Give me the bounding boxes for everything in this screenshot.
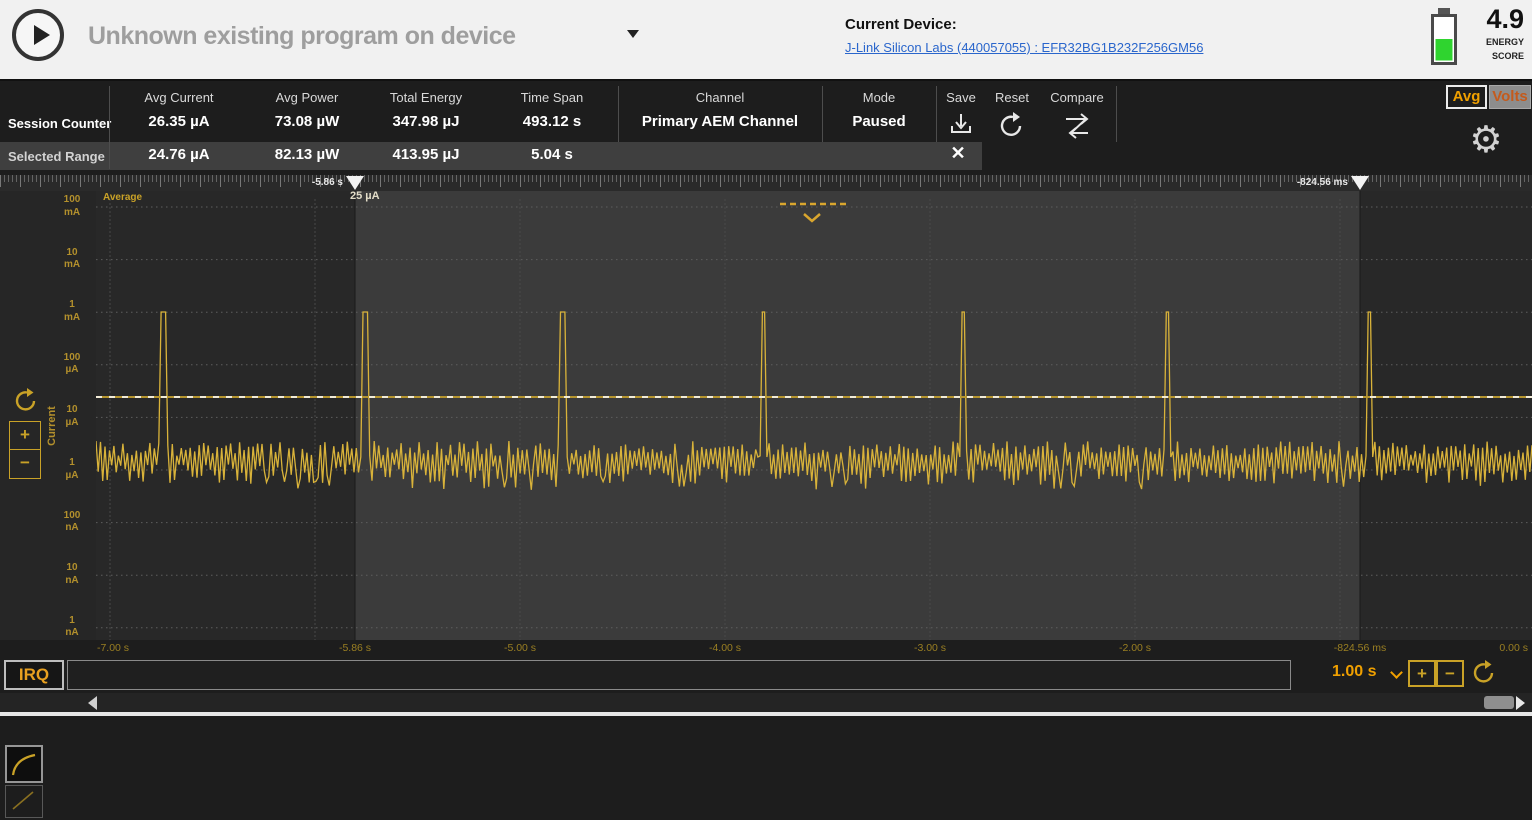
scroll-left-arrow-icon[interactable] — [88, 696, 97, 710]
horizontal-scrollbar[interactable] — [0, 693, 1532, 712]
interval-dropdown[interactable]: 1.00 s — [1332, 663, 1376, 681]
selection-start-handle[interactable] — [346, 176, 364, 190]
x-axis-tick-labels: -7.00 s -5.86 s -5.00 s -4.00 s -3.00 s -2.00… — [0, 640, 1532, 658]
reset-label[interactable]: Reset — [986, 90, 1038, 110]
window-bottom-edge — [0, 712, 1532, 716]
scroll-right-arrow-icon[interactable] — [1516, 696, 1525, 710]
interval-zoom-out-button[interactable]: − — [1436, 660, 1464, 687]
battery-icon — [1430, 6, 1458, 66]
header-time-span: Time Span — [486, 90, 618, 110]
y-tick-label: 100mA — [52, 194, 92, 219]
x-tick-label: -5.00 s — [504, 642, 536, 654]
y-tick-label: 100µA — [52, 352, 92, 377]
waveform-plot[interactable] — [96, 191, 1532, 640]
x-tick-label: 0.00 s — [1499, 642, 1528, 654]
row-label-session-counter: Session Counter — [8, 116, 111, 131]
current-chart[interactable]: + − — [0, 191, 1532, 640]
top-toolbar: Unknown existing program on device Curre… — [0, 0, 1532, 81]
device-link[interactable]: J-Link Silicon Labs (440057055) : EFR32B… — [845, 40, 1203, 55]
selection-start-label: -5.86 s — [223, 177, 343, 188]
y-tick-label: 1nA — [52, 615, 92, 640]
save-label[interactable]: Save — [936, 90, 986, 110]
vertical-zoom-control: + − — [9, 421, 41, 479]
y-tick-label: 10nA — [52, 562, 92, 587]
header-total-energy: Total Energy — [366, 90, 486, 110]
header-mode: Mode — [822, 90, 936, 110]
energy-score-block: 4.9 ENERGY SCORE — [1430, 6, 1524, 66]
header-avg-current: Avg Current — [110, 90, 248, 110]
close-selection-button[interactable]: ✕ — [945, 143, 971, 168]
table-divider — [618, 86, 619, 142]
y-tick-label: 1mA — [52, 299, 92, 324]
x-tick-label: -4.00 s — [709, 642, 741, 654]
volts-toggle-button[interactable]: Volts — [1489, 85, 1531, 109]
table-divider — [109, 86, 110, 169]
session-avg-power: 73.08 µW — [248, 113, 366, 137]
range-time-span: 5.04 s — [486, 146, 618, 168]
chart-zoom-reset-icon[interactable] — [12, 387, 40, 415]
avg-toggle-button[interactable]: Avg — [1446, 85, 1487, 109]
log-curve-icon — [7, 747, 41, 781]
zoom-in-button[interactable]: + — [10, 422, 40, 450]
average-line-value: 25 µA — [350, 190, 380, 202]
compare-icon[interactable] — [1062, 112, 1092, 140]
range-total-energy: 413.95 µJ — [366, 146, 486, 168]
row-label-selected-range: Selected Range — [8, 149, 105, 164]
y-tick-label: 10µA — [52, 404, 92, 429]
linear-line-icon — [6, 786, 40, 815]
table-divider — [1116, 86, 1117, 142]
x-tick-label: -7.00 s — [97, 642, 129, 654]
average-line-label: Average — [103, 192, 142, 203]
table-divider — [936, 86, 937, 142]
irq-event-track — [67, 660, 1291, 690]
linear-scale-button[interactable] — [5, 785, 43, 818]
energy-score-caption: ENERGY — [1468, 37, 1524, 47]
header-avg-power: Avg Power — [248, 90, 366, 110]
scrollbar-thumb[interactable] — [1484, 696, 1514, 709]
save-icon[interactable] — [946, 112, 976, 140]
program-selector-label[interactable]: Unknown existing program on device — [88, 22, 516, 51]
session-avg-current: 26.35 µA — [110, 113, 248, 137]
compare-label[interactable]: Compare — [1038, 90, 1116, 110]
range-avg-power: 82.13 µW — [248, 146, 366, 168]
header-channel: Channel — [618, 90, 822, 110]
program-dropdown-caret-icon[interactable] — [627, 30, 639, 38]
play-icon — [34, 25, 50, 45]
current-device-label: Current Device: — [845, 16, 1203, 33]
irq-button[interactable]: IRQ — [4, 660, 64, 690]
range-avg-current: 24.76 µA — [110, 146, 248, 168]
zoom-out-button[interactable]: − — [10, 450, 40, 478]
y-tick-label: 10mA — [52, 247, 92, 272]
session-total-energy: 347.98 µJ — [366, 113, 486, 137]
interval-reset-icon[interactable] — [1470, 659, 1498, 687]
reset-icon[interactable] — [997, 112, 1027, 140]
x-tick-label: -2.00 s — [1119, 642, 1151, 654]
y-tick-label: 1µA — [52, 457, 92, 482]
selection-end-label: -824.56 ms — [1228, 177, 1348, 188]
interval-zoom-in-button[interactable]: + — [1408, 660, 1436, 687]
session-time-span: 493.12 s — [486, 113, 618, 137]
energy-score-caption: SCORE — [1468, 51, 1524, 61]
mode-value: Paused — [822, 113, 936, 137]
log-scale-button[interactable] — [5, 745, 43, 783]
channel-value: Primary AEM Channel — [618, 113, 822, 137]
current-device-block: Current Device: J-Link Silicon Labs (440… — [845, 16, 1203, 55]
x-tick-label: -3.00 s — [914, 642, 946, 654]
settings-gear-icon[interactable]: ⚙ — [1466, 120, 1506, 160]
energy-score-value: 4.9 — [1468, 6, 1524, 33]
y-tick-label: 100nA — [52, 510, 92, 535]
table-divider — [822, 86, 823, 142]
interval-dropdown-chevron-icon[interactable] — [1390, 666, 1403, 679]
selection-end-handle[interactable] — [1351, 176, 1369, 190]
x-tick-label: -5.86 s — [339, 642, 371, 654]
play-button[interactable] — [12, 9, 64, 61]
x-tick-label: -824.56 ms — [1334, 642, 1387, 654]
